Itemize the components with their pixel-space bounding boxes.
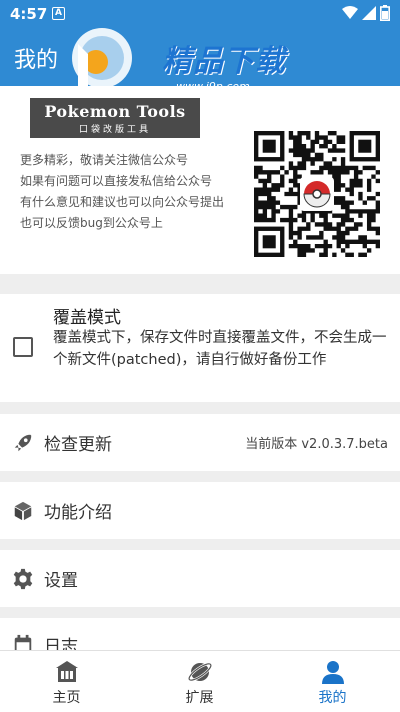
app-bar: 我的 精品下载 www.j9p.com (0, 28, 400, 93)
overwrite-checkbox[interactable] (13, 337, 33, 357)
settings-item[interactable]: 设置 (0, 550, 400, 607)
signal-icon (362, 6, 376, 20)
intro-line: 更多精彩，敬请关注微信公众号 (20, 153, 189, 167)
watermark-text: 精品下载 (162, 44, 286, 79)
notification-icon: A (52, 7, 65, 20)
settings-label: 设置 (44, 571, 78, 591)
intro-line: 有什么意见和建议也可以向公众号提出 (20, 195, 225, 209)
tab-home-label: 主页 (52, 690, 81, 706)
battery-icon (380, 5, 390, 21)
tab-mine-label: 我的 (318, 690, 347, 706)
current-version: 当前版本 v2.0.3.7.beta (245, 437, 388, 452)
person-icon (322, 661, 344, 684)
intro-line: 也可以反馈bug到公众号上 (20, 216, 163, 230)
wifi-icon (342, 6, 358, 19)
tab-extend-label: 扩展 (185, 690, 214, 706)
overwrite-mode-option[interactable]: 覆盖模式 覆盖模式下，保存文件时直接覆盖文件，不会生成一个新文件(patched… (0, 294, 400, 402)
overwrite-title: 覆盖模式 (53, 308, 121, 328)
qr-code-icon (254, 131, 380, 257)
tab-mine[interactable]: 我的 (266, 651, 399, 712)
intro-text: 更多精彩，敬请关注微信公众号 如果有问题可以直接发私信给公众号 有什么意见和建议… (20, 150, 224, 234)
pokemon-tools-logo: Pokemon Tools 口袋改版工具 (30, 98, 200, 138)
features-item[interactable]: 功能介绍 (0, 482, 400, 539)
log-item[interactable]: 日志 (0, 618, 400, 650)
features-label: 功能介绍 (44, 503, 112, 523)
system-icons (342, 5, 390, 21)
check-update-item[interactable]: 检查更新 当前版本 v2.0.3.7.beta (0, 414, 400, 471)
calendar-icon (14, 634, 32, 650)
logo-subtitle: 口袋改版工具 (78, 125, 151, 135)
status-time: 4:57 (10, 5, 48, 23)
bottom-navigation: 主页 扩展 我的 (0, 650, 400, 712)
tab-home[interactable]: 主页 (0, 651, 133, 712)
info-card: Pokemon Tools 口袋改版工具 更多精彩，敬请关注微信公众号 如果有问… (0, 86, 400, 274)
home-icon (56, 661, 78, 682)
rocket-icon (14, 434, 32, 451)
tab-extend[interactable]: 扩展 (133, 651, 266, 712)
page-title: 我的 (14, 48, 59, 73)
logo-title: Pokemon Tools (44, 102, 186, 121)
gear-icon (13, 568, 33, 589)
log-label: 日志 (44, 637, 78, 650)
intro-line: 如果有问题可以直接发私信给公众号 (20, 174, 213, 188)
cube-icon (14, 501, 32, 520)
overwrite-description: 覆盖模式下，保存文件时直接覆盖文件，不会生成一个新文件(patched)，请自行… (53, 330, 387, 368)
planet-icon (187, 662, 213, 682)
check-update-label: 检查更新 (44, 435, 112, 455)
